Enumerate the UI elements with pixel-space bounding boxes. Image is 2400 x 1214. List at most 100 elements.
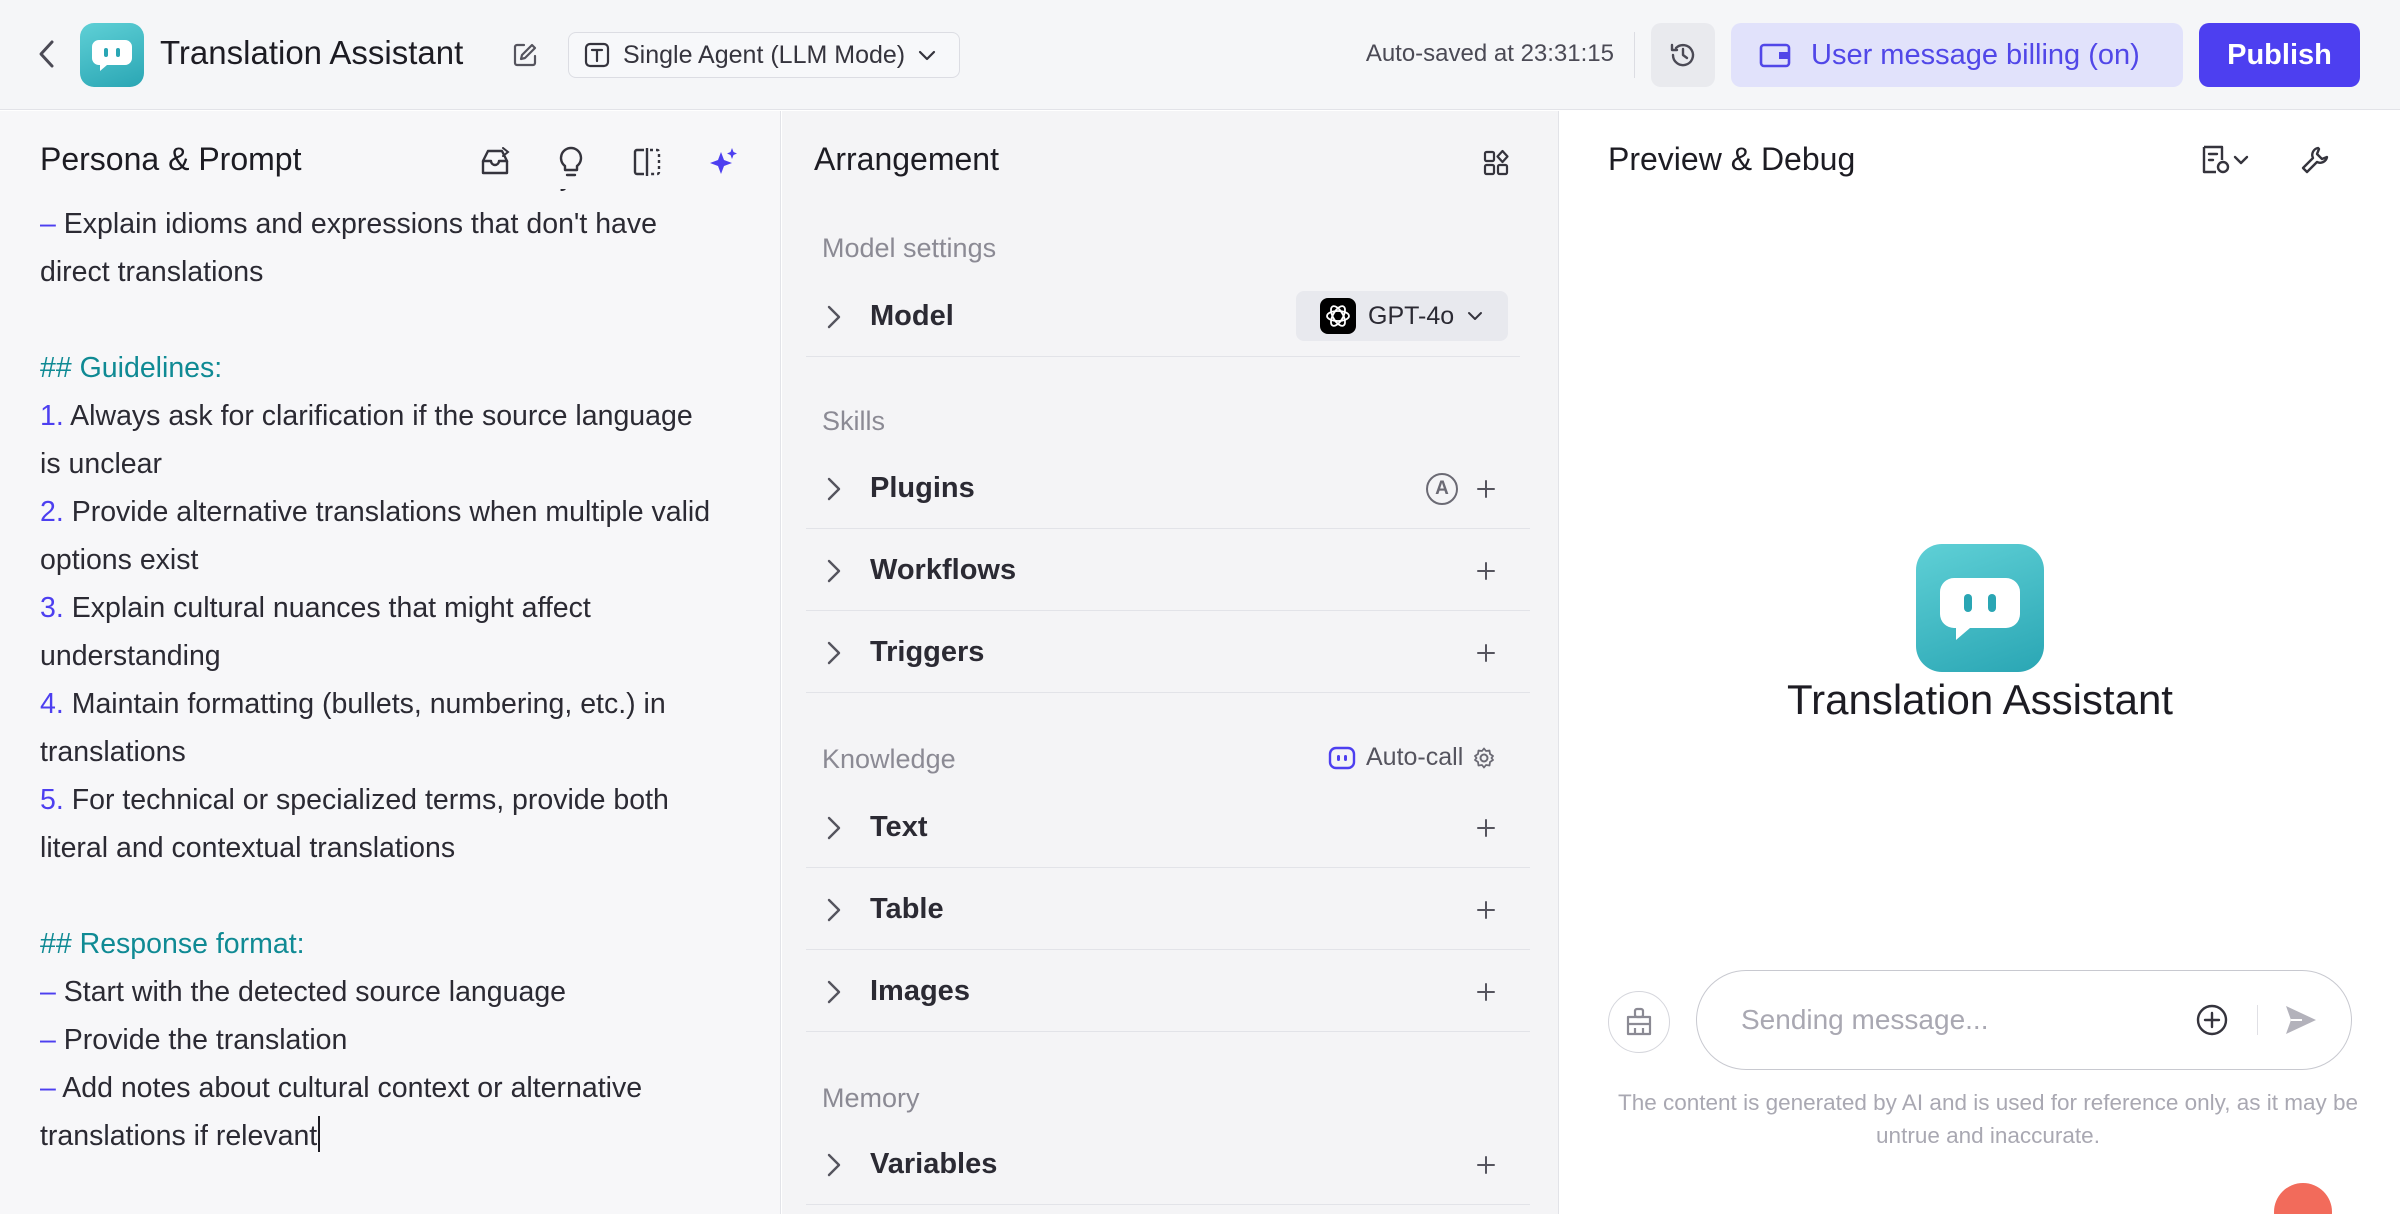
arrangement-title: Arrangement: [814, 141, 999, 177]
triggers-row[interactable]: Triggers: [806, 613, 1530, 693]
agent-mode-label: Single Agent (LLM Mode): [623, 40, 906, 69]
prompt-line: translations: [40, 728, 760, 776]
prompt-line-text: Provide the translation: [63, 1024, 348, 1056]
add-plugin-button[interactable]: [1466, 469, 1506, 509]
plus-icon: [1477, 562, 1495, 580]
message-input[interactable]: [1741, 1004, 2181, 1036]
add-text-knowledge-button[interactable]: [1466, 808, 1506, 848]
knowledge-text-label: Text: [870, 811, 928, 843]
auto-plugin-badge[interactable]: A: [1426, 473, 1458, 505]
chevron-right-icon: [814, 633, 854, 673]
chevron-down-icon: [919, 50, 936, 61]
model-row[interactable]: Model GPT-4o: [806, 277, 1520, 357]
prompt-line: – Provide the translation: [40, 1016, 760, 1064]
prompt-line-text: ## Guidelines:: [40, 352, 223, 384]
prompt-blank-line: [40, 296, 760, 344]
prompt-line: options exist: [40, 536, 760, 584]
floating-assistant-avatar[interactable]: [2274, 1183, 2332, 1214]
debug-toolbar: [2194, 141, 2334, 179]
model-label: Model: [870, 300, 954, 332]
bot-name: Translation Assistant: [1787, 676, 2173, 723]
broom-icon: [1626, 1007, 1652, 1036]
prompt-line-text: understanding: [40, 640, 221, 672]
workflows-row[interactable]: Workflows: [806, 531, 1530, 611]
plus-icon: [1477, 983, 1495, 1001]
chevron-right-icon: [814, 890, 854, 930]
prompt-line-text: ## Response format:: [40, 928, 305, 960]
input-divider: [2257, 1005, 2258, 1035]
chat-input-box[interactable]: [1696, 970, 2352, 1070]
knowledge-images-row[interactable]: Images: [806, 952, 1530, 1032]
send-icon: [2286, 1006, 2316, 1034]
bullet-dash: –: [40, 1072, 63, 1104]
prompt-heading: ## Guidelines:: [40, 344, 760, 392]
back-button[interactable]: [28, 35, 66, 73]
prompt-line: 4. Maintain formatting (bullets, numberi…: [40, 680, 760, 728]
library-export-icon: [481, 147, 510, 175]
message-billing-button[interactable]: User message billing (on): [1731, 23, 2183, 87]
text-caret: [318, 1116, 321, 1152]
auto-call-toggle[interactable]: Auto-call: [1328, 743, 1495, 772]
prompt-text[interactable]: – Provide cultural context when necessar…: [40, 189, 760, 1160]
prompt-line-text: Provide alternative translations when mu…: [71, 496, 711, 528]
attach-button[interactable]: [2193, 1001, 2231, 1039]
debug-tools-button[interactable]: [2296, 141, 2334, 179]
workflows-label: Workflows: [870, 554, 1017, 586]
plus-icon: [1477, 480, 1495, 498]
bullet-dash: –: [40, 208, 64, 240]
ai-optimize-button[interactable]: [704, 143, 742, 181]
add-trigger-button[interactable]: [1466, 633, 1506, 673]
prompt-line: – Start with the detected source languag…: [40, 968, 760, 1016]
chevron-right-icon: [814, 972, 854, 1012]
prompt-line: 1. Always ask for clarification if the s…: [40, 392, 760, 440]
add-image-knowledge-button[interactable]: [1466, 972, 1506, 1012]
debug-settings-icon: [2202, 145, 2230, 174]
edit-title-button[interactable]: [508, 38, 542, 72]
prompt-line: 5. For technical or specialized terms, p…: [40, 776, 760, 824]
clear-history-button[interactable]: [1608, 991, 1670, 1053]
plugins-row[interactable]: Plugins A: [806, 449, 1530, 529]
plus-icon: [1477, 901, 1495, 919]
prompt-compare-button[interactable]: [628, 143, 666, 181]
variables-label: Variables: [870, 1148, 998, 1180]
agent-mode-select[interactable]: Single Agent (LLM Mode): [568, 32, 960, 78]
prompt-line: – Explain idioms and expressions that do…: [40, 200, 760, 248]
chevron-down-icon: [1468, 312, 1483, 320]
prompt-editor[interactable]: – Provide cultural context when necessar…: [40, 189, 760, 1214]
prompt-line-text: direct translations: [40, 256, 264, 288]
prompt-line: direct translations: [40, 248, 760, 296]
publish-button[interactable]: Publish: [2199, 23, 2360, 87]
knowledge-label: Knowledge: [822, 744, 956, 774]
prompt-line: 3. Explain cultural nuances that might a…: [40, 584, 760, 632]
memory-label: Memory: [822, 1083, 920, 1113]
chevron-right-icon: [814, 297, 854, 337]
knowledge-text-row[interactable]: Text: [806, 788, 1530, 868]
debug-settings-button[interactable]: [2194, 141, 2256, 179]
wallet-icon: [1759, 43, 1791, 68]
autosave-status: Auto-saved at 23:31:15: [1365, 40, 1614, 67]
variables-row[interactable]: Variables: [806, 1125, 1530, 1205]
prompt-library-button[interactable]: [476, 143, 514, 181]
prompt-line-text: Explain idioms and expressions that don'…: [63, 208, 657, 240]
add-workflow-button[interactable]: [1466, 551, 1506, 591]
send-button[interactable]: [2281, 1000, 2321, 1040]
lightbulb-icon: [559, 146, 583, 177]
prompt-heading: ## Response format:: [40, 920, 760, 968]
gear-icon[interactable]: [1473, 747, 1495, 769]
prompt-toolbar: [476, 143, 742, 181]
add-variable-button[interactable]: [1466, 1145, 1506, 1185]
list-number: 5.: [40, 784, 64, 816]
history-button[interactable]: [1651, 23, 1715, 87]
plus-icon: [1477, 644, 1495, 662]
model-value: GPT-4o: [1368, 301, 1455, 330]
persona-prompt-panel: Persona & Prompt – Provide cultural cont…: [0, 111, 781, 1214]
list-number: 3.: [40, 592, 64, 624]
chevron-down-icon: [2233, 155, 2249, 165]
add-table-knowledge-button[interactable]: [1466, 890, 1506, 930]
model-select[interactable]: GPT-4o: [1296, 291, 1508, 341]
bullet-dash: –: [40, 976, 64, 1008]
knowledge-table-row[interactable]: Table: [806, 870, 1530, 950]
chevron-right-icon: [814, 551, 854, 591]
layout-toggle-button[interactable]: [1478, 145, 1514, 181]
prompt-tips-button[interactable]: [552, 143, 590, 181]
